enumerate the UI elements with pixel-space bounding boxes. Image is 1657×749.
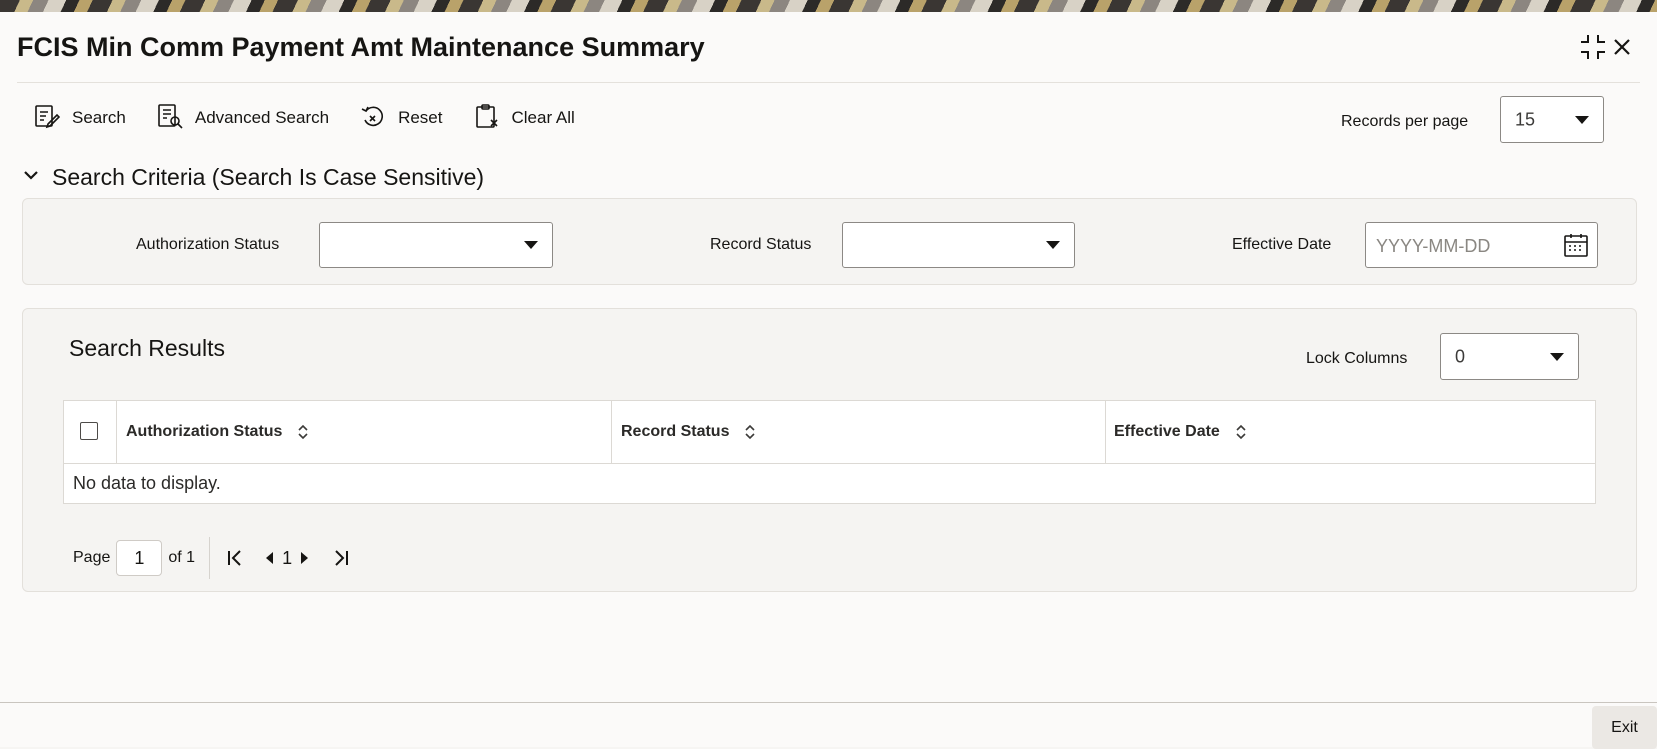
clear-all-button-label: Clear All: [511, 108, 575, 127]
chevron-down-icon: [1550, 352, 1564, 361]
calendar-icon[interactable]: [1563, 232, 1589, 263]
decorative-header-band: [0, 0, 1657, 12]
clear-all-button[interactable]: Clear All: [474, 103, 575, 134]
column-header-effective-date[interactable]: Effective Date: [1114, 401, 1248, 463]
search-button-label: Search: [72, 108, 126, 127]
lock-columns-value: 0: [1455, 346, 1466, 366]
lock-columns-select[interactable]: 0: [1440, 333, 1579, 380]
page-indicator: 1: [282, 547, 293, 568]
search-criteria-toggle[interactable]: Search Criteria (Search Is Case Sensitiv…: [22, 164, 484, 191]
search-criteria-panel: Authorization Status Record Status Effec…: [22, 198, 1637, 285]
close-icon[interactable]: [1607, 32, 1637, 62]
summary-window: FCIS Min Comm Payment Amt Maintenance Su…: [0, 12, 1657, 749]
search-icon: [34, 103, 72, 134]
chevron-down-icon: [1575, 115, 1589, 124]
advanced-search-button-label: Advanced Search: [194, 108, 330, 127]
last-page-icon[interactable]: [330, 547, 352, 569]
footer-divider: [0, 702, 1657, 703]
effective-date-label: Effective Date: [1232, 236, 1332, 253]
minimize-icon[interactable]: [1578, 32, 1608, 62]
empty-results-message: No data to display.: [73, 473, 221, 493]
page-total-label: of 1: [168, 549, 196, 566]
sort-icon[interactable]: [296, 424, 310, 440]
clear-all-icon: [474, 103, 512, 134]
next-page-icon[interactable]: [298, 547, 312, 569]
previous-page-icon[interactable]: [262, 547, 276, 569]
search-results-panel: Search Results Lock Columns 0 Authorizat…: [22, 308, 1637, 592]
records-per-page-select[interactable]: 15: [1500, 96, 1604, 143]
exit-button[interactable]: Exit: [1592, 706, 1657, 749]
first-page-icon[interactable]: [224, 547, 246, 569]
effective-date-field[interactable]: [1365, 222, 1598, 268]
page-number-input[interactable]: 1: [116, 540, 163, 576]
advanced-search-button[interactable]: Advanced Search: [157, 103, 329, 134]
column-header-authorization-status[interactable]: Authorization Status: [126, 401, 310, 463]
chevron-down-icon: [524, 241, 538, 249]
search-results-heading: Search Results: [69, 335, 225, 361]
pagination: Page 1 of 1 1: [73, 537, 352, 579]
results-table: Authorization Status Record Status Effec…: [63, 400, 1596, 504]
effective-date-input[interactable]: [1374, 231, 1548, 261]
column-header-label: Record Status: [621, 423, 730, 440]
column-divider: [116, 401, 117, 463]
record-status-label: Record Status: [710, 236, 812, 253]
column-header-label: Effective Date: [1114, 423, 1220, 440]
select-all-checkbox[interactable]: [80, 422, 98, 440]
lock-columns-label: Lock Columns: [1306, 350, 1408, 367]
table-header: Authorization Status Record Status Effec…: [64, 401, 1595, 464]
column-header-record-status[interactable]: Record Status: [621, 401, 757, 463]
chevron-down-icon: [22, 166, 40, 189]
chevron-down-icon: [1046, 241, 1060, 249]
sort-icon[interactable]: [743, 424, 757, 440]
page-label: Page: [73, 549, 111, 566]
search-criteria-heading: Search Criteria (Search Is Case Sensitiv…: [52, 164, 485, 190]
reset-icon: [360, 103, 398, 134]
advanced-search-icon: [157, 103, 195, 134]
column-header-label: Authorization Status: [126, 423, 283, 440]
authorization-status-select[interactable]: [319, 222, 553, 268]
records-per-page-value: 15: [1515, 109, 1536, 129]
column-divider: [611, 401, 612, 463]
pagination-divider: [209, 537, 211, 579]
search-button[interactable]: Search: [34, 103, 126, 134]
page-title: FCIS Min Comm Payment Amt Maintenance Su…: [17, 32, 705, 62]
toolbar: Search Advanced Search Reset Clear All: [34, 98, 606, 138]
reset-button-label: Reset: [398, 108, 443, 127]
record-status-select[interactable]: [842, 222, 1075, 268]
sort-icon[interactable]: [1234, 424, 1248, 440]
authorization-status-label: Authorization Status: [136, 236, 280, 253]
reset-button[interactable]: Reset: [360, 103, 443, 134]
column-divider: [1105, 401, 1106, 463]
title-divider: [17, 82, 1640, 83]
records-per-page-label: Records per page: [1341, 113, 1469, 130]
